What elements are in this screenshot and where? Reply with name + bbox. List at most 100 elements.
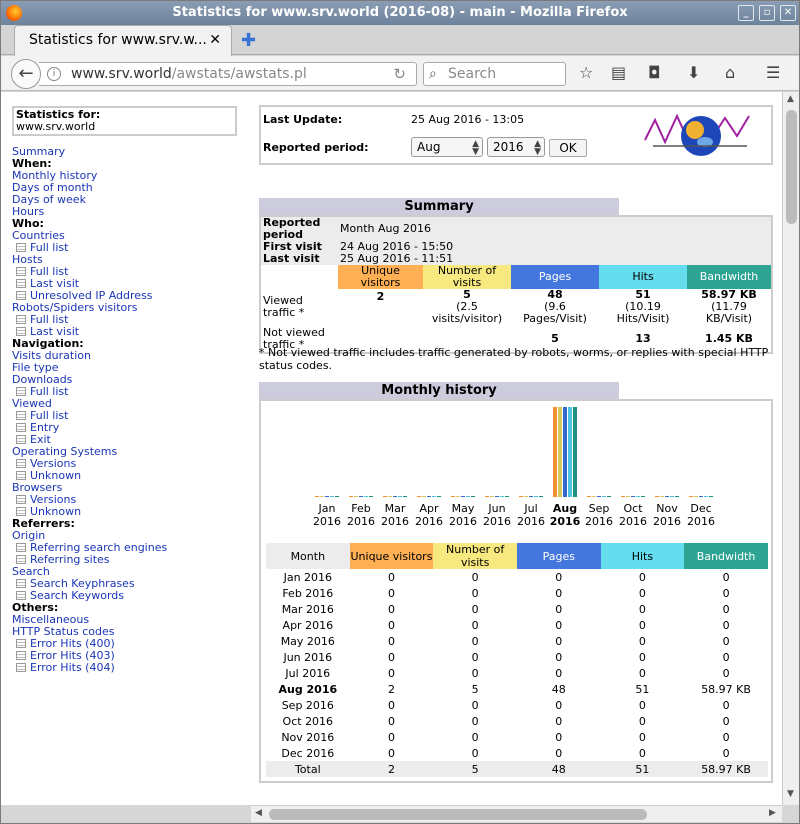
value-cell: 0 (555, 666, 563, 680)
download-icon[interactable]: ⬇ (687, 63, 700, 82)
firefox-logo-icon (6, 5, 22, 21)
value-cell: 0 (722, 746, 730, 760)
info-icon[interactable]: i (47, 67, 61, 81)
scroll-up-icon[interactable]: ▲ (787, 94, 794, 104)
monthly-history-box: Jan 2016 Feb 2016 Mar 2016 Apr 2016 May 2016 Jun 20… (259, 399, 773, 783)
menu-item[interactable]: Days of week (12, 194, 242, 206)
monthly-chart: Jan2016Feb2016Mar2016Apr2016May2016Jun20… (313, 407, 715, 528)
close-tab-icon[interactable]: ✕ (209, 26, 221, 54)
value-cell: 5 (471, 682, 479, 696)
monthly-col-header: Pages (517, 543, 601, 569)
chart-bar (393, 496, 397, 497)
x-tick-year: 2016 (415, 515, 443, 528)
value-cell: 0 (722, 650, 730, 664)
value-cell: 0 (471, 698, 479, 712)
chart-bar (675, 496, 679, 497)
list-icon (16, 591, 26, 600)
chart-bar (641, 496, 645, 497)
maximize-button[interactable]: ▫ (759, 5, 775, 21)
value-cell: 0 (638, 730, 646, 744)
home-icon[interactable]: ⌂ (725, 63, 735, 82)
table-row: Nov 2016 0 0 0 0 0 (266, 729, 768, 745)
chart-bar (364, 496, 368, 497)
chart-bar (519, 496, 523, 497)
value-cell: 0 (471, 602, 479, 616)
vertical-scroll-thumb[interactable] (786, 110, 797, 224)
value-cell: 0 (555, 602, 563, 616)
bookmark-star-icon[interactable]: ☆ (579, 63, 593, 82)
value-cell: 0 (638, 586, 646, 600)
value-cell: 0 (471, 634, 479, 648)
value-cell: 0 (722, 602, 730, 616)
month-cell: Aug 2016 (278, 682, 338, 696)
value-cell: 0 (555, 698, 563, 712)
chart-bar (524, 496, 528, 497)
year-value: 2016 (493, 140, 524, 154)
month-select[interactable]: Aug ▲ ▼ (411, 137, 483, 157)
horizontal-scroll-thumb[interactable] (269, 809, 647, 820)
chart-bar (529, 496, 533, 497)
value-cell: 0 (722, 730, 730, 744)
chart-bar (621, 496, 625, 497)
reported-period-label: Reported period: (263, 141, 369, 154)
list-icon (16, 459, 26, 468)
url-bar[interactable]: i www.srv.world/awstats/awstats.pl ↻ (39, 62, 417, 86)
value-cell: 0 (638, 570, 646, 584)
value-cell: 0 (387, 586, 395, 600)
list-icon (16, 243, 26, 252)
list-icon (16, 651, 26, 660)
chart-bar (500, 496, 504, 497)
scroll-right-icon[interactable]: ▶ (769, 808, 776, 818)
table-row: Dec 2016 0 0 0 0 0 (266, 745, 768, 761)
x-tick-month: Mar (385, 502, 406, 515)
total-cell: 5 (433, 761, 517, 777)
tab-active[interactable]: Statistics for www.srv.w... ✕ (14, 25, 232, 56)
vertical-scrollbar[interactable]: ▲ ▼ (782, 92, 799, 805)
value-cell: 0 (638, 618, 646, 632)
value-cell: 0 (722, 714, 730, 728)
list-icon (16, 411, 26, 420)
chart-bar (315, 496, 319, 497)
scroll-left-icon[interactable]: ◀ (255, 808, 262, 818)
pocket-icon[interactable]: ◘ (648, 63, 661, 82)
reading-list-icon[interactable]: ▤ (611, 63, 626, 82)
last-visit-value: 25 Aug 2016 - 11:51 (338, 253, 772, 265)
month-cell: Apr 2016 (282, 618, 334, 632)
month-value: Aug (417, 140, 441, 154)
minimize-button[interactable]: _ (738, 5, 754, 21)
value-cell: 0 (722, 586, 730, 600)
url-domain: www.srv.world (71, 66, 172, 82)
search-input[interactable]: ⌕ Search (423, 62, 566, 86)
last-visit-label: Last visit (260, 253, 338, 265)
x-tick-year: 2016 (313, 515, 341, 528)
reload-icon[interactable]: ↻ (393, 63, 406, 85)
x-tick-month: Jan (318, 502, 336, 515)
list-icon (16, 639, 26, 648)
value-cell: 0 (722, 570, 730, 584)
last-update-label: Last Update: (263, 113, 343, 126)
year-select[interactable]: 2016 ▲ ▼ (487, 137, 545, 157)
chart-bar (495, 496, 499, 497)
menu-item[interactable]: Hours (12, 206, 242, 218)
menu-subitem[interactable]: Full list (12, 242, 242, 254)
menu-link[interactable]: Error Hits (404) (30, 661, 115, 674)
tab-label: Statistics for www.srv.w... (29, 32, 207, 48)
back-button[interactable]: ← (11, 59, 41, 89)
x-tick-year: 2016 (517, 515, 545, 528)
menu-icon[interactable]: ☰ (766, 63, 780, 82)
ok-button[interactable]: OK (549, 139, 587, 157)
month-cell: Jan 2016 (283, 570, 333, 584)
chevron-updown-icon: ▲ ▼ (472, 139, 479, 157)
menu-subitem[interactable]: Error Hits (404) (12, 662, 242, 674)
x-tick-month: Feb (351, 502, 370, 515)
value-cell: 0 (638, 698, 646, 712)
chart-bar (403, 496, 407, 497)
new-tab-button[interactable]: ✚ (241, 30, 256, 51)
monthly-col-header: Unique visitors (349, 543, 434, 569)
horizontal-scrollbar[interactable]: ◀ ▶ (251, 805, 782, 822)
value-cell: 0 (471, 586, 479, 600)
x-tick-year: 2016 (585, 515, 613, 528)
total-cell: 51 (600, 761, 685, 777)
close-window-button[interactable]: ✕ (780, 5, 796, 21)
scroll-down-icon[interactable]: ▼ (787, 789, 794, 799)
